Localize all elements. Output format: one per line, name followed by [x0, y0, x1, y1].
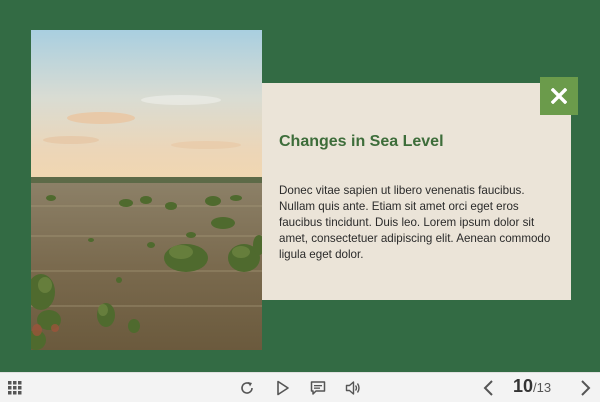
- chevron-right-icon: [581, 380, 591, 396]
- volume-icon: [345, 381, 360, 395]
- notes-button[interactable]: [308, 378, 328, 398]
- card-title: Changes in Sea Level: [279, 133, 444, 150]
- close-icon: [551, 88, 567, 104]
- comment-icon: [310, 381, 326, 395]
- volume-button[interactable]: [343, 378, 363, 398]
- play-button[interactable]: [273, 378, 293, 398]
- menu-button[interactable]: [5, 378, 25, 398]
- replay-button[interactable]: [237, 378, 257, 398]
- slide-canvas: Changes in Sea Level Donec vitae sapien …: [0, 0, 600, 372]
- previous-slide-button[interactable]: [478, 378, 498, 398]
- player-toolbar: 10 / 13: [0, 372, 600, 402]
- info-card: Changes in Sea Level Donec vitae sapien …: [262, 83, 571, 300]
- card-body-text: Donec vitae sapien ut libero venenatis f…: [279, 184, 551, 261]
- replay-icon: [241, 382, 253, 394]
- next-slide-button[interactable]: [576, 378, 596, 398]
- chevron-left-icon: [483, 380, 493, 396]
- page-total: 13: [536, 380, 552, 395]
- close-button[interactable]: [540, 77, 578, 115]
- flooded-mangroves-photo: [31, 30, 262, 350]
- page-counter: 10 / 13: [513, 376, 551, 400]
- grid-menu-icon: [8, 381, 22, 395]
- play-icon: [277, 380, 289, 396]
- page-current: 10: [513, 376, 534, 396]
